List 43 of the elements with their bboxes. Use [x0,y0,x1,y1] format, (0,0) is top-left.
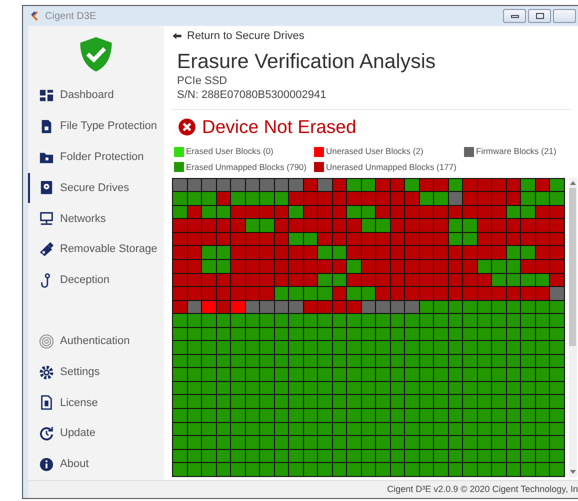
sidebar-item[interactable]: Settings [28,356,164,388]
sidebar-item[interactable]: Dashboard [28,80,164,111]
sidebar-item[interactable]: Deception [28,265,164,296]
fingerprint-icon [39,334,54,349]
document-icon [39,118,54,134]
arrow-left-icon [172,31,182,42]
legend-label: Erased Unmapped Blocks (790) [186,160,306,174]
footer-text: Cigent D³E v2.0.9 © 2020 Cigent Technology, In [387,482,578,496]
sidebar-item[interactable]: Removable Storage [28,234,164,266]
settings-icon [39,364,54,380]
window-title: Cigent D3E [45,10,96,24]
sidebar-item[interactable]: Secure Drives [28,172,164,204]
back-link[interactable]: Return to Secure Drives [172,28,304,44]
drive-icon [39,180,54,196]
app-logo-icon [29,10,40,22]
sidebar-item[interactable]: Update [28,418,164,450]
device-type: PCIe SSD [177,74,228,88]
legend-label: Unerased User Blocks (2) [326,145,424,158]
info-icon [39,457,54,472]
usb-drive-icon [39,242,54,258]
sidebar-item[interactable]: File Type Protection [28,110,164,142]
legend-label: Erased User Blocks (0) [186,145,274,158]
serial-number: S/N: 288E07080B5300002941 [177,88,328,103]
status-text: Device Not Erased [202,118,356,136]
license-icon [39,395,54,410]
legend-label: Firmware Blocks (21) [476,145,556,158]
scrollbar-thumb[interactable] [569,188,576,346]
sidebar-item[interactable]: Authentication [28,326,164,357]
maximize-button[interactable] [528,9,551,23]
dashboard-icon [39,88,54,103]
sidebar-item[interactable]: Networks [28,203,164,234]
sidebar-item[interactable]: About [28,449,164,480]
legend-label: Unerased Unmapped Blocks (177) [326,160,456,174]
sidebar-item[interactable]: Folder Protection [28,142,164,173]
update-icon [39,426,54,442]
error-icon [178,118,196,136]
sidebar-item[interactable]: License [28,387,164,418]
minimize-button[interactable] [503,9,526,23]
scrollbar[interactable] [568,178,576,477]
monitor-icon [39,211,54,226]
shield-check-icon [78,34,114,74]
page-title: Erasure Verification Analysis [177,50,437,74]
scroll-down-icon[interactable] [570,470,576,474]
